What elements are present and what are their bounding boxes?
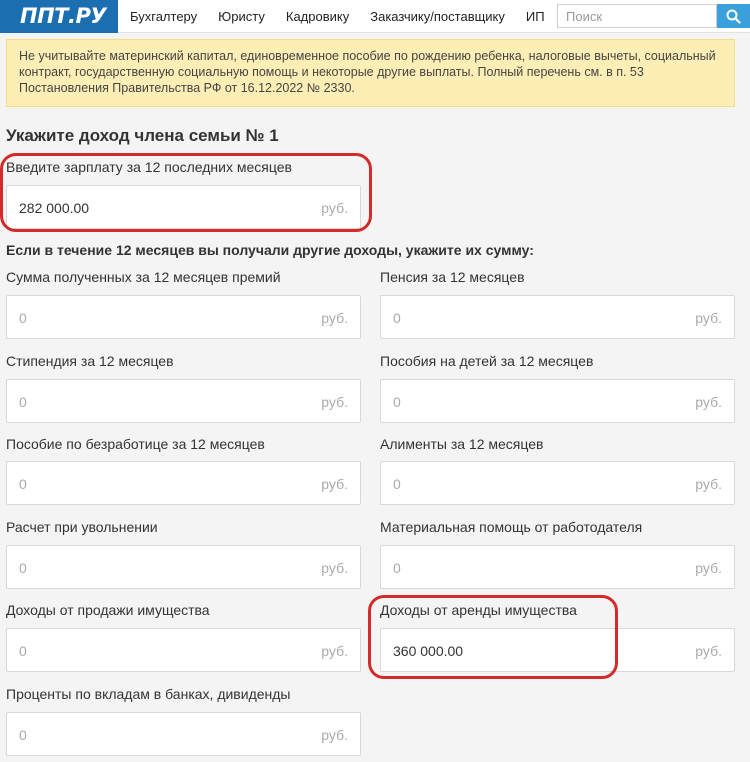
pension-unit: руб. [695, 310, 722, 326]
site-logo[interactable]: ППТ.РУ [0, 0, 118, 33]
other-income-title: Если в течение 12 месяцев вы получали др… [6, 242, 534, 258]
nav-link-hr[interactable]: Кадровику [286, 9, 349, 24]
deposits-dividends-label: Проценты по вкладам в банках, дивиденды [6, 686, 291, 702]
search-button[interactable] [717, 4, 750, 28]
nav-link-lawyer[interactable]: Юристу [218, 9, 265, 24]
rent-income-unit: руб. [695, 643, 722, 659]
bonus-unit: руб. [321, 310, 348, 326]
scholarship-unit: руб. [321, 394, 348, 410]
nav-link-accountant[interactable]: Бухгалтеру [130, 9, 197, 24]
deposits-dividends-value: 0 [19, 727, 27, 743]
child-benefits-value: 0 [393, 394, 401, 410]
property-sale-value: 0 [19, 643, 27, 659]
nav-link-customer-supplier[interactable]: Заказчику/поставщику [370, 9, 505, 24]
employer-aid-value: 0 [393, 560, 401, 576]
salary-highlight [0, 153, 372, 232]
employer-aid-label: Материальная помощь от работодателя [380, 519, 643, 535]
search-input[interactable] [557, 4, 717, 28]
unemployment-input[interactable]: 0 руб. [6, 461, 361, 505]
alimony-label: Алименты за 12 месяцев [380, 436, 544, 452]
child-benefits-unit: руб. [695, 394, 722, 410]
alimony-input[interactable]: 0 руб. [380, 461, 735, 505]
pension-input[interactable]: 0 руб. [380, 295, 735, 339]
severance-input[interactable]: 0 руб. [6, 545, 361, 589]
rent-income-highlight [368, 595, 618, 679]
employer-aid-input[interactable]: 0 руб. [380, 545, 735, 589]
bonus-value: 0 [19, 310, 27, 326]
nav-link-ip[interactable]: ИП [526, 9, 545, 24]
scholarship-value: 0 [19, 394, 27, 410]
notice-box: Не учитывайте материнский капитал, едино… [6, 39, 735, 107]
section-title: Укажите доход члена семьи № 1 [6, 126, 279, 145]
deposits-dividends-unit: руб. [321, 727, 348, 743]
alimony-value: 0 [393, 476, 401, 492]
scholarship-input[interactable]: 0 руб. [6, 379, 361, 423]
severance-value: 0 [19, 560, 27, 576]
bonus-label: Сумма полученных за 12 месяцев премий [6, 269, 281, 285]
unemployment-unit: руб. [321, 476, 348, 492]
unemployment-value: 0 [19, 476, 27, 492]
property-sale-label: Доходы от продажи имущества [6, 602, 210, 618]
child-benefits-input[interactable]: 0 руб. [380, 379, 735, 423]
bonus-input[interactable]: 0 руб. [6, 295, 361, 339]
pension-label: Пенсия за 12 месяцев [380, 269, 525, 285]
magnifier-icon [726, 9, 741, 24]
property-sale-input[interactable]: 0 руб. [6, 628, 361, 672]
severance-label: Расчет при увольнении [6, 519, 158, 535]
child-benefits-label: Пособия на детей за 12 месяцев [380, 353, 594, 369]
employer-aid-unit: руб. [695, 560, 722, 576]
top-bar: ППТ.РУ Бухгалтеру Юристу Кадровику Заказ… [0, 0, 750, 33]
unemployment-label: Пособие по безработице за 12 месяцев [6, 436, 265, 452]
scholarship-label: Стипендия за 12 месяцев [6, 353, 174, 369]
deposits-dividends-input[interactable]: 0 руб. [6, 712, 361, 756]
main-nav: Бухгалтеру Юристу Кадровику Заказчику/по… [118, 0, 554, 33]
alimony-unit: руб. [695, 476, 722, 492]
pension-value: 0 [393, 310, 401, 326]
property-sale-unit: руб. [321, 643, 348, 659]
severance-unit: руб. [321, 560, 348, 576]
